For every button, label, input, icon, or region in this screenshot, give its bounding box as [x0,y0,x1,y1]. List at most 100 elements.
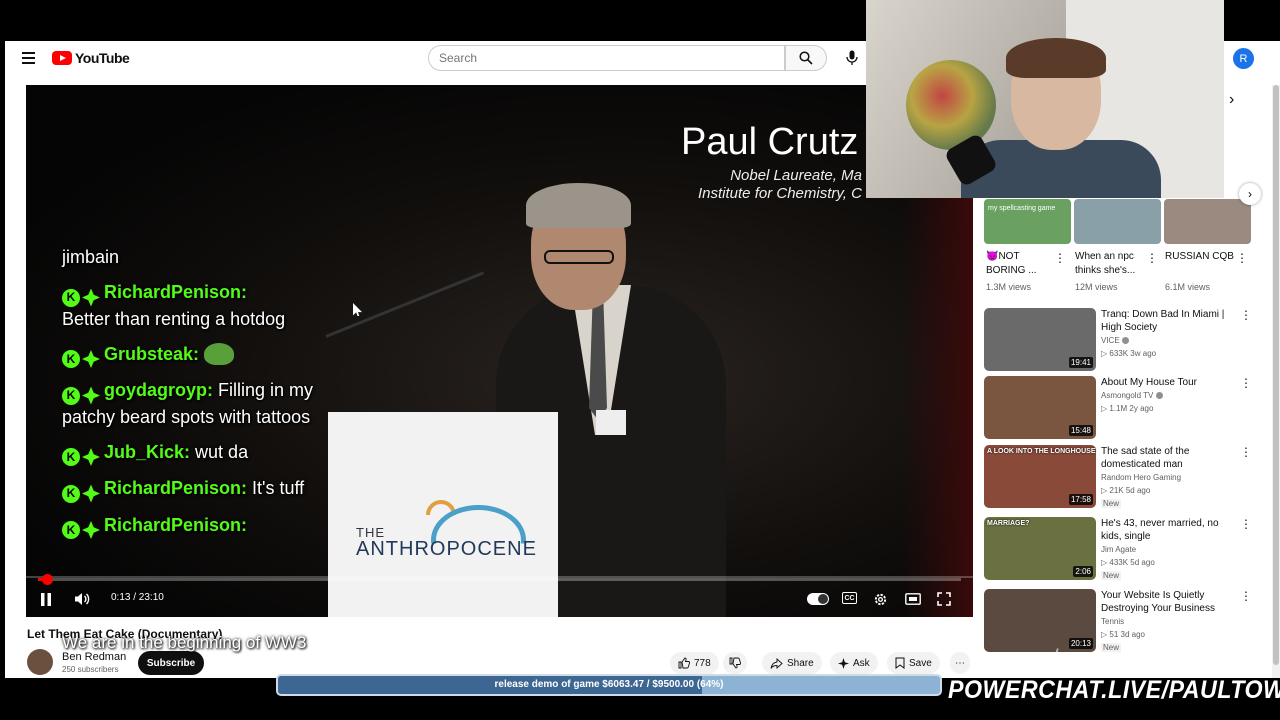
chat-overlay-last-line: We are in the beginning of WW3 [62,633,307,652]
sparkle-badge-icon [82,386,100,405]
pause-icon [41,592,51,606]
short-title-1[interactable]: 😈NOT BORING ... [986,250,1061,278]
ask-label: Ask [853,657,870,669]
short-thumbnail-1[interactable]: my spellcasting game [984,199,1071,244]
chat-badges: K [62,288,100,307]
video-meta: ▷ 433K 5d ago [1101,558,1155,567]
recommended-video[interactable]: 20:13 Your Website Is Quietly Destroying … [984,589,1254,653]
kick-badge-icon: K [62,386,80,405]
video-title[interactable]: The sad state of the domesticated man [1101,445,1231,471]
channel-name-text: Tennis [1101,617,1125,626]
more-actions-button[interactable]: ⋯ [950,652,970,674]
progress-bar[interactable] [38,574,961,585]
chat-badges: K [62,448,100,466]
theater-mode-button[interactable] [905,590,921,608]
voice-search-button[interactable] [843,49,861,67]
like-button[interactable]: 778 [670,652,719,674]
fullscreen-button[interactable] [937,590,951,608]
recommended-video[interactable]: A LOOK INTO THE LONGHOUSE 17:58 The sad st… [984,445,1254,509]
hamburger-menu-icon[interactable] [22,52,35,64]
video-title[interactable]: He's 43, never married, no kids, single [1101,517,1231,543]
video-title[interactable]: About My House Tour [1101,376,1231,389]
video-player[interactable]: Paul Crutz Nobel Laureate, Ma Institute … [26,85,973,617]
channel-name[interactable]: Random Hero Gaming [1101,473,1181,482]
channel-name[interactable]: Tennis [1101,617,1124,626]
short-title-2[interactable]: When an npc thinks she's... [1075,250,1150,278]
shorts-shelf: my spellcasting game [984,199,1251,244]
channel-name[interactable]: VICE [1101,336,1129,345]
short-title-3[interactable]: RUSSIAN CQB [1165,250,1240,264]
chat-username: Jub_Kick: [104,441,191,462]
video-thumbnail[interactable]: 20:13 [984,589,1096,652]
pause-button[interactable] [40,590,52,608]
dislike-button[interactable] [723,652,747,674]
channel-name-text: Jim Agate [1101,545,1137,554]
captions-button[interactable]: CC [842,592,857,604]
video-thumbnail[interactable]: 19:41 [984,308,1096,371]
speaker-hair [526,183,631,228]
verified-icon [1121,337,1129,344]
video-thumbnail[interactable]: MARRIAGE? 2:06 [984,517,1096,580]
volume-button[interactable] [74,590,90,608]
shorts-next-button[interactable]: › [1239,183,1261,205]
subscribe-button[interactable]: Subscribe [138,651,204,675]
subscriber-count: 250 subscribers [62,665,119,674]
more-options-icon[interactable]: ⋮ [1240,376,1252,390]
ask-button[interactable]: Ask [830,652,878,674]
channel-name[interactable]: Asmongold TV [1101,391,1163,400]
more-options-icon[interactable]: ⋮ [1240,589,1252,603]
scrollbar-thumb[interactable] [1273,85,1279,665]
bookmark-icon [895,657,905,669]
video-title[interactable]: Your Website Is Quietly Destroying Your … [1101,589,1231,615]
share-icon [770,657,783,669]
video-duration: 17:58 [1068,494,1093,505]
recommended-video[interactable]: 19:41 Tranq: Down Bad In Miami | High Soc… [984,308,1254,372]
chat-badges: K [62,521,100,539]
chat-username: goydagroyp: [104,380,214,400]
play-count-icon: ▷ [1101,558,1108,567]
autoplay-toggle[interactable] [807,593,829,605]
new-badge: New [1101,643,1122,652]
play-count-icon: ▷ [1101,404,1108,413]
recommended-video[interactable]: 15:48 About My House Tour Asmongold TV ▷ 1… [984,376,1254,440]
thumbnail-caption: A LOOK INTO THE LONGHOUSE [987,448,1096,455]
sparkle-badge-icon [82,521,100,539]
settings-button[interactable] [873,590,888,608]
youtube-logo[interactable]: YouTube [52,50,130,66]
more-options-icon[interactable]: ⋮ [1240,445,1252,459]
recommended-video[interactable]: MARRIAGE? 2:06 He's 43, never married, no … [984,517,1254,581]
more-options-icon[interactable]: ⋮ [1240,517,1252,531]
progress-scrubber[interactable] [41,574,53,585]
kick-badge-icon: K [62,484,80,503]
save-label: Save [909,657,932,669]
account-avatar[interactable]: R [1233,48,1254,69]
save-button[interactable]: Save [887,652,940,674]
page-scrollbar[interactable] [1272,85,1280,678]
webcam-flowers [906,60,996,150]
search-button[interactable] [785,45,827,71]
chat-partial-line: jimbain [62,247,120,267]
video-thumbnail[interactable]: A LOOK INTO THE LONGHOUSE 17:58 [984,445,1096,508]
video-title[interactable]: Tranq: Down Bad In Miami | High Society [1101,308,1231,334]
short-more-icon[interactable]: ⋮ [1054,251,1066,265]
short-views-3: 6.1M views [1165,282,1211,292]
short-more-icon[interactable]: ⋮ [1236,251,1248,265]
search-input[interactable] [428,45,785,71]
kick-badge-icon: K [62,521,80,539]
share-button[interactable]: Share [762,652,822,674]
short-thumbnail-2[interactable] [1074,199,1161,244]
speaker-name-badge [596,410,626,435]
new-badge: New [1101,499,1122,508]
video-meta: ▷ 1.1M 2y ago [1101,404,1153,413]
short-views-1: 1.3M views [986,282,1032,292]
chat-message: K Jub_Kick: wut da [62,440,327,466]
short-more-icon[interactable]: ⋮ [1146,251,1158,265]
channel-avatar[interactable] [27,649,53,675]
video-thumbnail[interactable]: 15:48 [984,376,1096,439]
video-meta: ▷ 51 3d ago [1101,630,1145,639]
channel-name[interactable]: Jim Agate [1101,545,1136,554]
more-options-icon[interactable]: ⋮ [1240,308,1252,322]
chevron-right-icon[interactable]: › [1229,91,1234,109]
powerchat-banner: POWERCHAT.LIVE/PAULTOWN [948,676,1280,704]
short-thumbnail-3[interactable] [1164,199,1251,244]
